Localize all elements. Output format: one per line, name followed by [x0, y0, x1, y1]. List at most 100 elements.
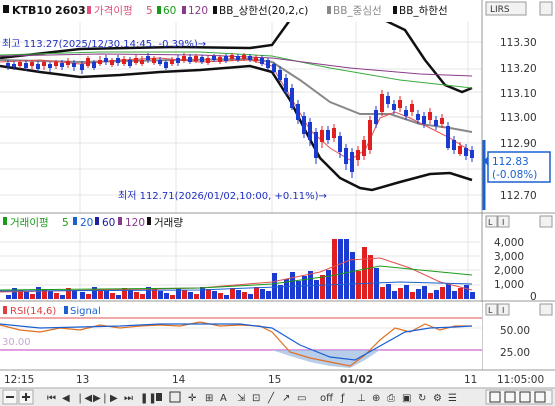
volume-bar — [344, 239, 349, 299]
y-tick: 113.10 — [500, 88, 537, 100]
time-label: 11 — [464, 374, 477, 386]
last-page-icon[interactable]: ⏭ — [124, 393, 133, 404]
candle-body — [60, 63, 64, 67]
volume-bar — [260, 289, 265, 299]
candle-body — [218, 57, 222, 62]
volume-bar — [110, 293, 115, 299]
candle-body — [128, 60, 132, 66]
candle-body — [182, 56, 186, 61]
time-label: 15 — [268, 374, 281, 386]
volume-bar — [36, 287, 41, 299]
volume-bar — [188, 292, 193, 299]
candle-body — [458, 146, 462, 154]
rect-tool-icon[interactable]: ▭ — [297, 393, 306, 404]
y-tick: 50.00 — [500, 325, 530, 337]
legend-volume-ma20-label: 20 — [80, 217, 93, 229]
volume-bar — [362, 247, 367, 299]
save-icon[interactable]: ▣ — [402, 393, 411, 404]
next-page-icon[interactable]: ▶ — [110, 393, 118, 404]
candle-body — [428, 112, 432, 120]
next-step-icon[interactable]: ▶❘ — [93, 393, 109, 404]
candle-body — [452, 140, 456, 150]
pause-icon[interactable]: ❚❚ — [140, 393, 157, 404]
chart-canvas[interactable]: 최고 113.27(2025/12/30,14:45, -0.39%)→ 최저 … — [0, 0, 555, 406]
volume-bar — [206, 289, 211, 299]
plus-icon-stem — [25, 393, 27, 401]
volume-bar — [380, 287, 385, 299]
candle-body — [110, 60, 114, 65]
contract-label: 2603 — [55, 4, 86, 17]
measure-icon[interactable]: ⊥ — [357, 393, 366, 404]
candle-body — [380, 94, 384, 112]
candle-body — [446, 126, 450, 148]
rsi-close-button[interactable] — [539, 303, 553, 316]
settings-icon[interactable]: ⚙ — [433, 393, 442, 404]
candle-body — [140, 60, 144, 64]
candle-body — [422, 116, 426, 124]
candle-body — [230, 55, 234, 59]
candle-body — [416, 114, 420, 120]
current-price-box: 112.83 (-0.08%) — [484, 151, 551, 183]
candle-body — [212, 56, 216, 60]
candle-body — [236, 56, 240, 60]
volume-bar — [248, 294, 253, 299]
legend-volume-ma60-label: 60 — [102, 217, 115, 229]
volume-bar — [392, 291, 397, 299]
candle-body — [242, 55, 246, 59]
y-tick: 25.00 — [500, 347, 530, 359]
volume-bar — [182, 290, 187, 299]
volume-bar — [164, 293, 169, 299]
time-label: 14 — [172, 374, 186, 386]
drag-tool-icon[interactable]: ⇲ — [237, 393, 246, 404]
bar-icon[interactable] — [156, 393, 162, 401]
side-button-label: I — [502, 306, 504, 315]
offset-toggle[interactable]: off — [320, 393, 334, 404]
text-tool-icon[interactable]: A — [220, 393, 227, 404]
list-icon[interactable]: ☰ — [448, 393, 457, 404]
legend-marker — [327, 6, 331, 14]
legend-marker — [213, 6, 217, 14]
volume-grid — [0, 241, 482, 286]
volume-bar — [116, 295, 121, 299]
y-tick: 113.20 — [500, 63, 537, 75]
candle-body — [254, 57, 258, 61]
first-page-icon[interactable]: ⏮ — [47, 393, 56, 404]
prev-page-icon[interactable]: ◀ — [62, 393, 70, 404]
candle-body — [42, 62, 46, 66]
volume-bar — [416, 289, 421, 299]
volume-bar — [320, 275, 325, 299]
crosshair-icon[interactable]: ✛ — [188, 393, 197, 404]
volume-bar — [368, 255, 373, 299]
candle-body — [152, 58, 156, 63]
candle-body — [200, 57, 204, 62]
legend-ma120-label: 120 — [188, 5, 208, 17]
candle-body — [308, 122, 312, 140]
line-tool-icon[interactable]: ╱ — [267, 391, 275, 404]
prev-step-icon[interactable]: ❘◀ — [76, 393, 92, 404]
candle-body — [80, 64, 84, 70]
volume-close-button[interactable] — [539, 215, 553, 228]
candle-body — [206, 58, 210, 63]
top-right-buttons[interactable]: LIRS — [485, 1, 553, 16]
print-icon[interactable]: ⎙ — [387, 393, 395, 404]
candle-body — [386, 96, 390, 104]
select-icon[interactable]: ⊞ — [205, 393, 213, 404]
candle-body — [98, 60, 102, 64]
legend-marker — [182, 6, 186, 14]
candle-body — [24, 63, 28, 68]
legend-marker — [147, 217, 151, 225]
legend-marker — [3, 306, 7, 314]
panel-close-button[interactable] — [539, 1, 553, 16]
y-tick: 112.70 — [500, 190, 537, 202]
arrow-tool-icon[interactable]: ↗ — [282, 393, 290, 404]
candle-body — [302, 116, 306, 134]
volume-bar — [356, 271, 361, 299]
volume-bar — [104, 291, 109, 299]
fx-icon[interactable]: ƒ — [340, 393, 345, 404]
refresh-icon[interactable]: ↻ — [418, 393, 426, 404]
grid-tool-icon[interactable]: ⊡ — [252, 393, 260, 404]
current-price: 112.83 — [492, 156, 529, 168]
zoom-fit-icon[interactable]: ⊕ — [372, 393, 380, 404]
volume-bar — [290, 272, 295, 299]
legend-marker — [73, 217, 77, 225]
